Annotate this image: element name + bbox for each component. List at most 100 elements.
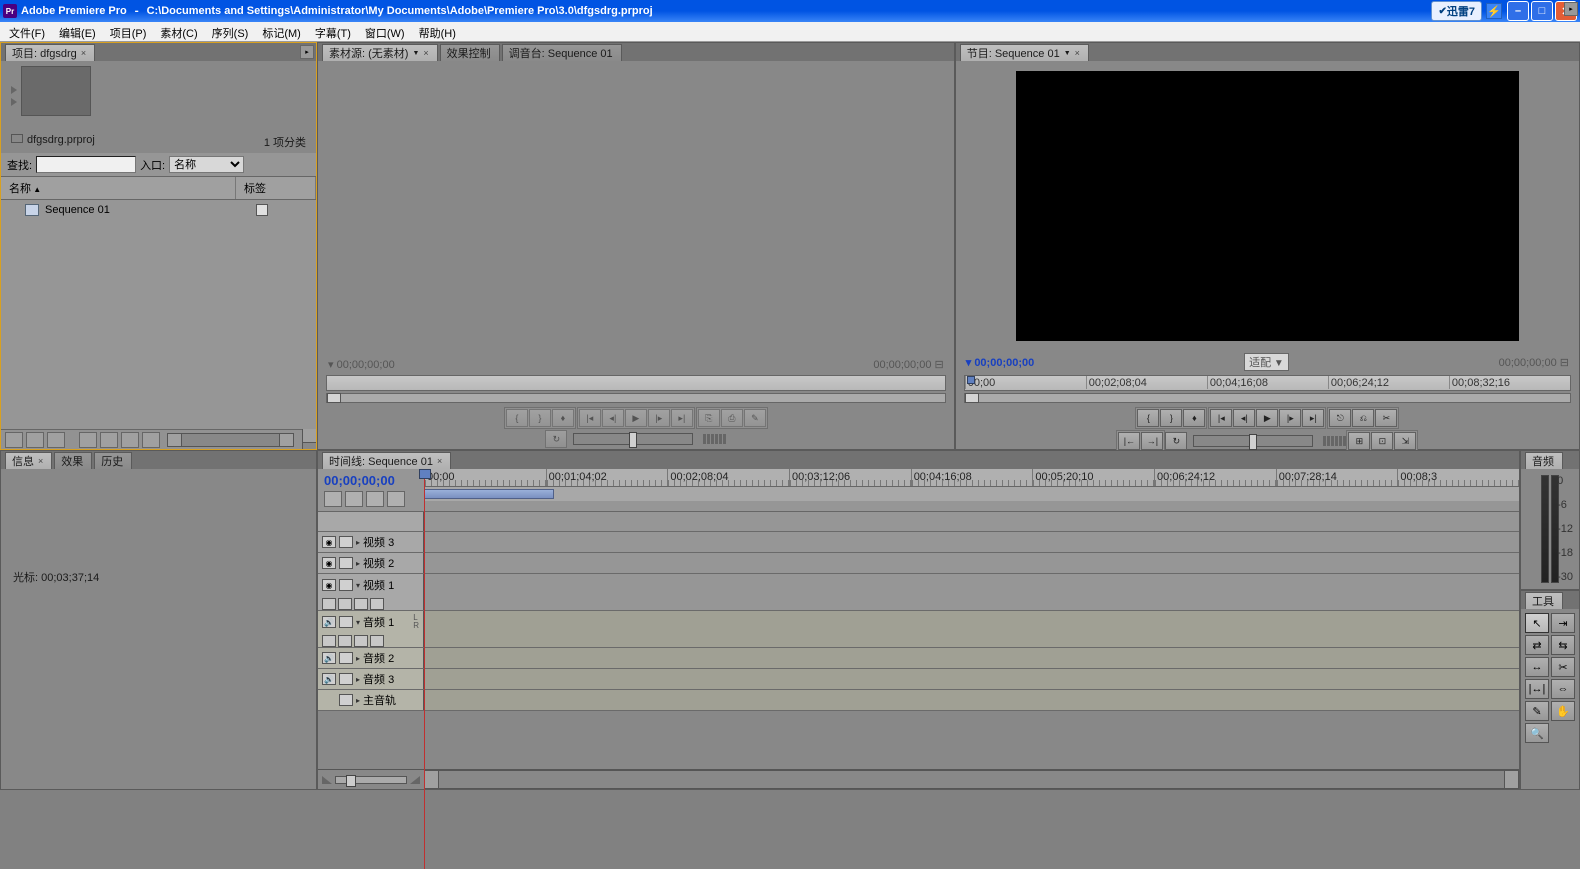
close-icon[interactable]: ×	[437, 456, 442, 466]
icon-view-icon[interactable]	[26, 432, 44, 448]
encore-icon[interactable]	[387, 491, 405, 507]
opacity-icon[interactable]	[338, 598, 352, 610]
set-in-button[interactable]: {	[1137, 409, 1159, 427]
track-audio-2[interactable]: 🔊▸音频 2	[318, 648, 1519, 669]
audio-mixer-tab[interactable]: 调音台: Sequence 01	[502, 44, 622, 61]
speaker-icon[interactable]: 🔊	[322, 673, 336, 685]
eye-icon[interactable]: ◉	[322, 536, 336, 548]
insert-button[interactable]: ⎘	[698, 409, 720, 427]
play-button[interactable]: ▶	[625, 409, 647, 427]
menu-window[interactable]: 窗口(W)	[358, 22, 412, 41]
new-bin-icon[interactable]	[100, 432, 118, 448]
menu-clip[interactable]: 素材(C)	[153, 22, 204, 41]
close-icon[interactable]: ×	[1075, 48, 1080, 58]
effect-controls-tab[interactable]: 效果控制	[440, 44, 500, 61]
playhead[interactable]	[424, 469, 425, 869]
goto-out-button[interactable]: ▸|	[671, 409, 693, 427]
speaker-icon[interactable]: 🔊	[322, 616, 336, 628]
track-video-1[interactable]: ◉▾视频 1	[318, 574, 1519, 611]
lock-icon[interactable]	[339, 673, 353, 685]
panel-menu-icon[interactable]: ▸	[1564, 2, 1578, 16]
track-audio-3[interactable]: 🔊▸音频 3	[318, 669, 1519, 690]
step-fwd-button[interactable]: |▸	[648, 409, 670, 427]
audio-tab[interactable]: 音频	[1525, 452, 1563, 469]
entry-select[interactable]: 名称	[169, 156, 244, 173]
column-name[interactable]: 名称	[1, 177, 236, 199]
track-audio-1[interactable]: 🔊▾音频 1LR	[318, 611, 1519, 648]
menu-title[interactable]: 字幕(T)	[308, 22, 358, 41]
zoom-fit-select[interactable]: 适配 ▼	[1244, 353, 1289, 371]
extract-button[interactable]: ⎌	[1352, 409, 1374, 427]
program-ruler[interactable]: 00;00 00;02;08;04 00;04;16;08 00;06;24;1…	[964, 375, 1571, 391]
play-button[interactable]: ▶	[1256, 409, 1278, 427]
close-icon[interactable]: ×	[423, 48, 428, 58]
step-fwd-button[interactable]: |▸	[1279, 409, 1301, 427]
track-master[interactable]: ▸主音轨	[318, 690, 1519, 711]
program-tc-pos[interactable]: ▾ 00;00;00;00	[966, 356, 1035, 369]
find-icon[interactable]	[79, 432, 97, 448]
lock-icon[interactable]	[339, 557, 353, 569]
info-tab[interactable]: 信息×	[5, 452, 52, 469]
track-select-tool[interactable]: ⇥	[1551, 613, 1575, 633]
set-in-button[interactable]: {	[506, 409, 528, 427]
project-list[interactable]: Sequence 01	[1, 200, 316, 429]
list-item[interactable]: Sequence 01	[1, 200, 316, 220]
shuttle-slider[interactable]	[573, 433, 693, 445]
export-button[interactable]: ⇲	[1394, 432, 1416, 450]
xunlei-badge[interactable]: ✔ 迅雷7	[1431, 1, 1482, 21]
lightning-icon[interactable]: ⚡	[1486, 3, 1502, 19]
output-button[interactable]: ⊡	[1371, 432, 1393, 450]
shuttle-slider[interactable]	[1193, 435, 1313, 447]
rate-stretch-tool[interactable]: ↔	[1525, 657, 1549, 677]
work-area-bar[interactable]	[424, 489, 554, 499]
step-back-button[interactable]: ◂|	[602, 409, 624, 427]
next-kf-icon[interactable]	[370, 598, 384, 610]
step-back-button[interactable]: ◂|	[1233, 409, 1255, 427]
linked-selection-icon[interactable]	[345, 491, 363, 507]
track-video-3[interactable]: ◉▸视频 3	[318, 532, 1519, 553]
program-zoom-slider[interactable]	[964, 393, 1571, 403]
tools-tab[interactable]: 工具	[1525, 592, 1563, 609]
razor-tool[interactable]: ✂	[1551, 657, 1575, 677]
timeline-tab[interactable]: 时间线: Sequence 01×	[322, 452, 451, 469]
column-label[interactable]: 标签	[236, 177, 316, 199]
prev-kf-icon[interactable]	[354, 635, 368, 647]
zoom-slider[interactable]	[335, 776, 407, 784]
ripple-edit-tool[interactable]: ⇄	[1525, 635, 1549, 655]
marker-button[interactable]: ♦	[552, 409, 574, 427]
next-kf-icon[interactable]	[370, 635, 384, 647]
timeline-zoom[interactable]	[318, 770, 424, 789]
eye-icon[interactable]: ◉	[322, 557, 336, 569]
automate-icon[interactable]	[47, 432, 65, 448]
close-icon[interactable]: ×	[38, 456, 43, 466]
source-ruler[interactable]	[326, 375, 946, 391]
prev-kf-icon[interactable]	[354, 598, 368, 610]
playhead-icon[interactable]	[967, 376, 975, 384]
jog-wheel[interactable]	[703, 434, 726, 444]
lock-icon[interactable]	[339, 616, 353, 628]
lock-icon[interactable]	[339, 536, 353, 548]
source-tab[interactable]: 素材源: (无素材)▼×	[322, 44, 438, 61]
overlay-button[interactable]: ⎙	[721, 409, 743, 427]
label-swatch[interactable]	[256, 204, 268, 216]
maximize-button[interactable]: □	[1531, 1, 1553, 21]
goto-in-button[interactable]: |◂	[579, 409, 601, 427]
goto-in-button[interactable]: |◂	[1210, 409, 1232, 427]
timeline-ruler[interactable]: 00;0000;01;04;0200;02;08;04 00;03;12;060…	[424, 469, 1519, 511]
new-item-icon[interactable]	[121, 432, 139, 448]
trash-icon[interactable]	[142, 432, 160, 448]
menu-file[interactable]: 文件(F)	[2, 22, 52, 41]
goto-out-button[interactable]: ▸|	[1302, 409, 1324, 427]
minimize-button[interactable]: –	[1507, 1, 1529, 21]
timeline-h-scrollbar[interactable]	[424, 770, 1519, 789]
keyframe-icon[interactable]	[322, 635, 336, 647]
zoom-out-icon[interactable]	[322, 776, 332, 784]
track-video-2[interactable]: ◉▸视频 2	[318, 553, 1519, 574]
project-tab[interactable]: 项目: dfgsdrg×	[5, 44, 95, 61]
selection-tool[interactable]: ↖	[1525, 613, 1549, 633]
pen-tool[interactable]: ✎	[1525, 701, 1549, 721]
speaker-icon[interactable]: 🔊	[322, 652, 336, 664]
trim-button[interactable]: ✂	[1375, 409, 1397, 427]
effects-tab[interactable]: 效果	[54, 452, 92, 469]
menu-edit[interactable]: 编辑(E)	[52, 22, 103, 41]
